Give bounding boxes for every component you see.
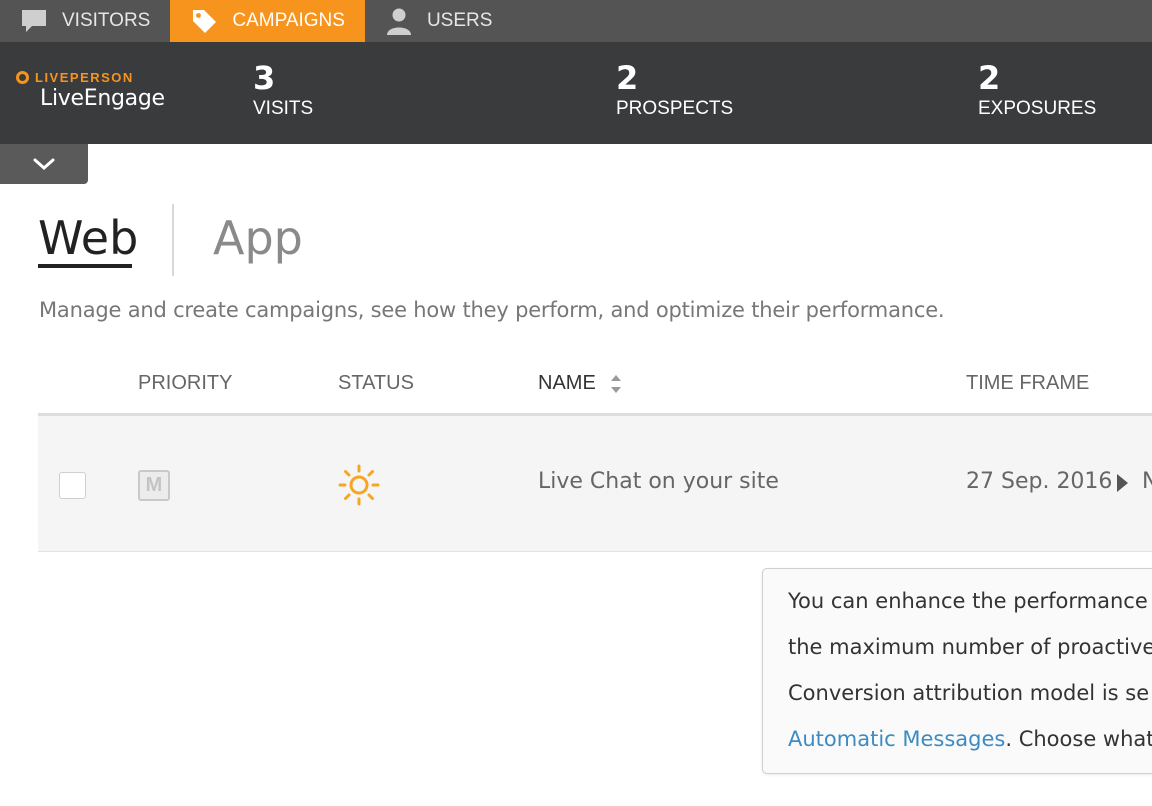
tab-web[interactable]: Web — [38, 210, 138, 266]
nav-tab-label: CAMPAIGNS — [232, 10, 345, 31]
nav-tab-users[interactable]: USERS — [365, 0, 512, 42]
column-header-status[interactable]: STATUS — [338, 372, 414, 395]
collapse-header-button[interactable] — [0, 144, 88, 184]
timeframe-start: 27 Sep. 2016 — [966, 469, 1113, 494]
campaign-name-link[interactable]: Live Chat on your site — [538, 469, 779, 494]
stat-label: EXPOSURES — [978, 98, 1097, 119]
liveengage-logo: LIVEPERSON LiveEngage — [16, 70, 165, 111]
stat-value: 2 — [978, 59, 1001, 97]
arrow-right-icon — [1117, 474, 1128, 492]
chevron-down-icon — [33, 158, 55, 171]
column-header-label: NAME — [538, 372, 596, 394]
automatic-messages-link[interactable]: Automatic Messages — [788, 727, 1005, 751]
stat-exposures[interactable]: 2 EXPOSURES — [978, 60, 1096, 120]
stat-prospects[interactable]: 2 PROSPECTS — [616, 60, 733, 120]
timeframe-end: N — [1142, 469, 1152, 494]
nav-tab-visitors[interactable]: VISITORS — [0, 0, 170, 42]
stat-value: 2 — [616, 59, 639, 97]
nav-tab-label: USERS — [426, 10, 493, 31]
column-header-priority[interactable]: PRIORITY — [138, 372, 232, 395]
chat-bubble-icon — [20, 7, 48, 35]
info-tooltip: You can enhance the performance the maxi… — [762, 568, 1152, 774]
logo-top-text: LIVEPERSON — [35, 70, 134, 85]
tag-icon — [190, 7, 218, 35]
tooltip-line: Conversion attribution model is se — [788, 681, 1150, 705]
sun-icon — [338, 464, 380, 506]
tab-active-underline — [38, 264, 132, 268]
tab-divider — [172, 204, 174, 276]
user-icon — [385, 7, 413, 35]
sort-icon[interactable] — [610, 373, 622, 395]
stat-label: VISITS — [253, 98, 314, 119]
stat-visits[interactable]: 3 VISITS — [253, 60, 313, 120]
logo-bottom-text: LiveEngage — [40, 86, 165, 111]
tooltip-line: the maximum number of proactive — [788, 635, 1152, 659]
stats-header: LIVEPERSON LiveEngage 3 VISITS 2 PROSPEC… — [0, 42, 1152, 144]
column-header-timeframe[interactable]: TIME FRAME — [966, 372, 1089, 395]
tooltip-text: . Choose what — [1005, 727, 1152, 751]
column-header-name[interactable]: NAME — [538, 372, 622, 395]
priority-badge: M — [138, 470, 170, 501]
top-nav: VISITORS CAMPAIGNS USERS — [0, 0, 1152, 42]
nav-tab-campaigns[interactable]: CAMPAIGNS — [170, 0, 365, 42]
tab-app[interactable]: App — [213, 210, 303, 266]
page-description: Manage and create campaigns, see how the… — [39, 298, 945, 322]
stat-value: 3 — [253, 59, 276, 97]
logo-ring-icon — [16, 71, 29, 84]
tooltip-line: Automatic Messages. Choose what — [788, 727, 1152, 751]
row-select-checkbox[interactable] — [59, 472, 86, 499]
nav-tab-label: VISITORS — [62, 10, 151, 31]
stat-label: PROSPECTS — [616, 98, 734, 119]
tooltip-line: You can enhance the performance — [788, 589, 1148, 613]
